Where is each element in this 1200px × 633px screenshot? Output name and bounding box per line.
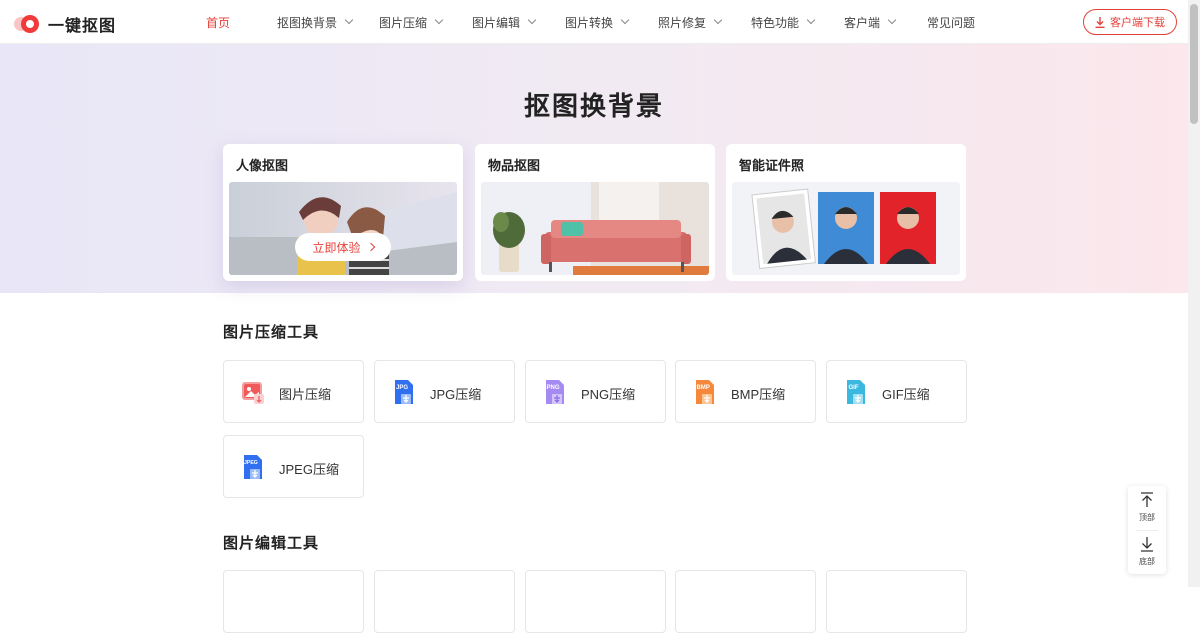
main-nav: 首页 抠图换背景 图片压缩 图片编辑 图片转换 照片修复 特色功能 客户端 常见… xyxy=(206,0,1007,44)
chevron-down-icon xyxy=(888,16,896,24)
image-compress-icon xyxy=(242,380,264,404)
arrow-up-icon xyxy=(1140,492,1154,508)
nav-convert[interactable]: 图片转换 xyxy=(565,0,658,44)
compress-section-title: 图片压缩工具 xyxy=(223,321,319,342)
tool-jpeg-compress[interactable]: JPEG JPEG压缩 xyxy=(223,435,364,498)
nav-label: 常见问题 xyxy=(927,14,975,31)
go-to-bottom-button[interactable]: 底部 xyxy=(1128,530,1166,574)
nav-edit[interactable]: 图片编辑 xyxy=(472,0,565,44)
tool-label: JPG压缩 xyxy=(430,384,481,403)
svg-text:JPEG: JPEG xyxy=(244,460,258,466)
svg-text:JPG: JPG xyxy=(396,385,408,391)
chevron-right-icon xyxy=(366,243,374,251)
portrait-cutout-card[interactable]: 人像抠图 立即体验 xyxy=(223,144,463,281)
card-title: 物品抠图 xyxy=(488,155,540,174)
gif-file-icon: GIF xyxy=(845,380,867,404)
nav-features[interactable]: 特色功能 xyxy=(751,0,844,44)
top-label: 顶部 xyxy=(1128,512,1166,523)
tool-bmp-compress[interactable]: BMP BMP压缩 xyxy=(675,360,816,423)
svg-text:GIF: GIF xyxy=(849,385,859,391)
download-label: 客户端下载 xyxy=(1110,14,1165,30)
chevron-down-icon xyxy=(345,16,353,24)
logo-icon xyxy=(14,14,40,34)
id-photo-card[interactable]: 智能证件照 xyxy=(726,144,966,281)
try-now-button[interactable]: 立即体验 xyxy=(295,233,391,261)
chevron-down-icon xyxy=(714,16,722,24)
download-icon xyxy=(1095,17,1105,28)
object-cutout-card[interactable]: 物品抠图 xyxy=(475,144,715,281)
tool-label: PNG压缩 xyxy=(581,384,635,403)
chevron-down-icon xyxy=(528,16,536,24)
svg-text:PNG: PNG xyxy=(547,385,560,391)
edit-tool-card[interactable] xyxy=(374,570,515,633)
nav-label: 抠图换背景 xyxy=(277,14,337,31)
edit-section-title: 图片编辑工具 xyxy=(223,532,319,553)
nav-label: 图片编辑 xyxy=(472,14,520,31)
nav-label: 图片转换 xyxy=(565,14,613,31)
edit-tool-card[interactable] xyxy=(826,570,967,633)
page-scrollbar[interactable] xyxy=(1188,0,1200,587)
nav-client[interactable]: 客户端 xyxy=(844,0,927,44)
tool-gif-compress[interactable]: GIF GIF压缩 xyxy=(826,360,967,423)
nav-label: 客户端 xyxy=(844,14,880,31)
bottom-label: 底部 xyxy=(1128,556,1166,567)
tool-label: JPEG压缩 xyxy=(279,459,339,478)
tool-label: BMP压缩 xyxy=(731,384,785,403)
jpeg-file-icon: JPEG xyxy=(242,455,264,479)
card-title: 人像抠图 xyxy=(236,155,288,174)
edit-tool-card[interactable] xyxy=(223,570,364,633)
float-toolbar: 顶部 底部 xyxy=(1128,486,1166,574)
tool-png-compress[interactable]: PNG PNG压缩 xyxy=(525,360,666,423)
png-file-icon: PNG xyxy=(544,380,566,404)
bmp-file-icon: BMP xyxy=(694,380,716,404)
tool-label: GIF压缩 xyxy=(882,384,930,403)
arrow-down-icon xyxy=(1140,536,1154,552)
logo[interactable]: 一键抠图 xyxy=(14,12,116,36)
nav-repair[interactable]: 照片修复 xyxy=(658,0,751,44)
card-title: 智能证件照 xyxy=(739,155,804,174)
chevron-down-icon xyxy=(435,16,443,24)
back-to-top-button[interactable]: 顶部 xyxy=(1128,486,1166,530)
nav-label: 特色功能 xyxy=(751,14,799,31)
edit-tool-card[interactable] xyxy=(675,570,816,633)
tool-label: 图片压缩 xyxy=(279,384,331,403)
nav-label: 图片压缩 xyxy=(379,14,427,31)
edit-tool-card[interactable] xyxy=(525,570,666,633)
client-download-button[interactable]: 客户端下载 xyxy=(1083,9,1177,35)
logo-text: 一键抠图 xyxy=(48,12,116,36)
svg-text:BMP: BMP xyxy=(697,385,710,391)
chevron-down-icon xyxy=(807,16,815,24)
top-header: 一键抠图 首页 抠图换背景 图片压缩 图片编辑 图片转换 照片修复 特色功能 客… xyxy=(0,0,1188,44)
nav-compress[interactable]: 图片压缩 xyxy=(379,0,472,44)
nav-cutout[interactable]: 抠图换背景 xyxy=(277,0,379,44)
tool-image-compress[interactable]: 图片压缩 xyxy=(223,360,364,423)
nav-home[interactable]: 首页 xyxy=(206,0,277,44)
sofa-image xyxy=(481,182,709,275)
hero-title: 抠图换背景 xyxy=(0,86,1188,123)
nav-label: 照片修复 xyxy=(658,14,706,31)
jpg-file-icon: JPG xyxy=(393,380,415,404)
id-photo-image xyxy=(732,182,960,275)
chevron-down-icon xyxy=(621,16,629,24)
nav-faq[interactable]: 常见问题 xyxy=(927,0,1007,44)
nav-label: 首页 xyxy=(206,14,230,31)
try-now-label: 立即体验 xyxy=(312,239,360,256)
hero-banner: 抠图换背景 人像抠图 立即体验 物品抠图 xyxy=(0,44,1188,293)
portrait-image: 立即体验 xyxy=(229,182,457,275)
tool-jpg-compress[interactable]: JPG JPG压缩 xyxy=(374,360,515,423)
scroll-thumb[interactable] xyxy=(1190,4,1198,124)
